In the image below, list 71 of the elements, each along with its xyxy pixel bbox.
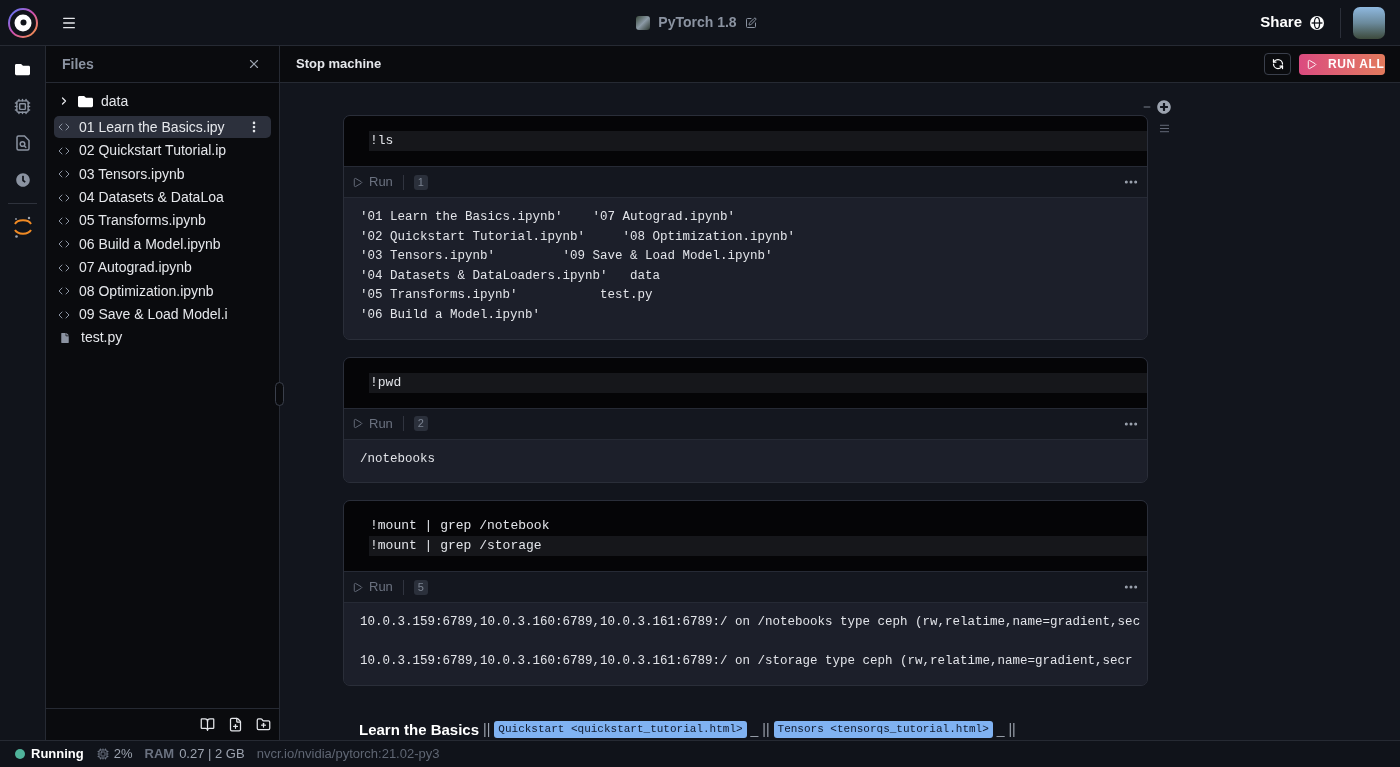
output-line: 10.0.3.159:6789,10.0.3.160:6789,10.0.3.161:6789:/ on /storage type ceph (rw,relatime,name=gradient,secr <box>360 653 1133 671</box>
file-tree-item[interactable]: 07 Autograd.ipynb <box>54 256 271 279</box>
file-tree-item[interactable]: 04 Datasets & DataLoa <box>54 186 271 209</box>
file-tree-item[interactable]: 08 Optimization.ipynb <box>54 280 271 303</box>
file-icon <box>60 332 70 343</box>
file-tree-item[interactable]: 06 Build a Model.ipynb <box>54 233 271 256</box>
edit-icon[interactable] <box>744 16 757 29</box>
separator-text: _ || <box>996 720 1016 740</box>
code-editor[interactable]: !pwd <box>344 357 1147 408</box>
clock-icon[interactable] <box>15 173 30 187</box>
drag-handle-icon[interactable] <box>1159 123 1170 134</box>
panel-title: Files <box>62 54 94 74</box>
file-tree-item[interactable]: 02 Quickstart Tutorial.ip <box>54 139 271 162</box>
cpu-usage: 2% <box>113 745 133 764</box>
refresh-icon <box>1271 58 1284 70</box>
stop-machine-button[interactable]: Stop machine <box>296 54 382 74</box>
output-line: 10.0.3.159:6789,10.0.3.160:6789,10.0.3.161:6789:/ on /notebooks type ceph (rw,relatime,name=gradient,sec <box>360 614 1141 632</box>
file-tree-item[interactable]: 05 Transforms.ipynb <box>54 209 271 232</box>
execution-count: 5 <box>413 579 428 595</box>
inline-code: Quickstart <quickstart_tutorial.html> <box>494 721 747 739</box>
code-line: !mount | grep /notebook <box>369 517 551 536</box>
share-button[interactable]: Share <box>1260 11 1324 34</box>
run-button[interactable]: Run <box>352 577 393 597</box>
resize-handle[interactable] <box>275 382 284 406</box>
play-icon <box>1306 58 1317 70</box>
restart-button[interactable] <box>1264 53 1291 75</box>
folder-icon <box>78 93 93 109</box>
book-icon[interactable] <box>200 717 215 732</box>
code-editor[interactable]: !mount | grep /notebook !mount | grep /storage <box>344 501 1147 572</box>
file-tree-item[interactable]: 03 Tensors.ipynb <box>54 163 271 186</box>
container-image: nvcr.io/nvidia/pytorch:21.02-py3 <box>256 745 440 764</box>
file-search-icon[interactable] <box>15 135 30 151</box>
run-button[interactable]: Run <box>352 172 393 192</box>
output-line: '01 Learn the Basics.ipynb' '07 Autograd.ipynb' <box>360 209 736 226</box>
globe-icon[interactable] <box>1310 15 1324 30</box>
avatar-photo[interactable] <box>1353 6 1385 39</box>
code-editor[interactable]: !ls <box>344 116 1147 166</box>
heading-text: Learn the Basics <box>359 719 480 740</box>
new-folder-icon[interactable] <box>256 717 271 732</box>
output-line: '02 Quickstart Tutorial.ipynb' '08 Optimization.ipynb' <box>360 228 796 246</box>
file-tree-item[interactable]: data <box>54 90 271 112</box>
add-cell-icon[interactable] <box>1157 100 1171 114</box>
output-line: '05 Transforms.ipynb' test.py <box>360 287 653 305</box>
run-button[interactable]: Run <box>352 413 393 434</box>
separator-text: || <box>483 720 491 740</box>
separator-text: _ || <box>750 720 770 740</box>
execution-count: 2 <box>413 416 428 432</box>
file-tree-item[interactable]: test.py <box>54 326 271 349</box>
app-logo-icon[interactable] <box>8 7 38 38</box>
folder-icon[interactable] <box>15 61 30 77</box>
ram-usage: 0.27 | 2 GB <box>179 745 245 764</box>
file-tree-item[interactable]: 01 Learn the Basics.ipy <box>54 116 271 139</box>
cpu-icon[interactable] <box>14 97 31 115</box>
ram-label: RAM <box>144 745 175 764</box>
play-icon <box>352 176 363 188</box>
output-line: '03 Tensors.ipynb' '09 Save & Load Model.ipynb' <box>360 248 773 266</box>
new-file-icon[interactable] <box>228 717 243 732</box>
notebook-title[interactable]: PyTorch 1.8 <box>658 12 737 33</box>
inline-code: Tensors <tensorqs_tutorial.html> <box>773 721 993 739</box>
arcs-logo-icon[interactable] <box>12 216 33 238</box>
play-icon <box>352 418 363 430</box>
play-icon <box>352 581 363 593</box>
thumbnail-picture <box>636 15 651 30</box>
output-line: '04 Datasets & DataLoaders.ipynb' data <box>360 267 661 285</box>
machine-status: Running <box>31 745 84 764</box>
execution-count: 1 <box>413 174 428 190</box>
output-line: /notebooks <box>360 450 435 468</box>
close-icon[interactable] <box>247 57 261 71</box>
output-line: '06 Build a Model.ipynb' <box>360 306 541 324</box>
file-tree-item[interactable]: 09 Save & Load Model.i <box>54 303 271 326</box>
cpu-icon <box>96 748 109 760</box>
